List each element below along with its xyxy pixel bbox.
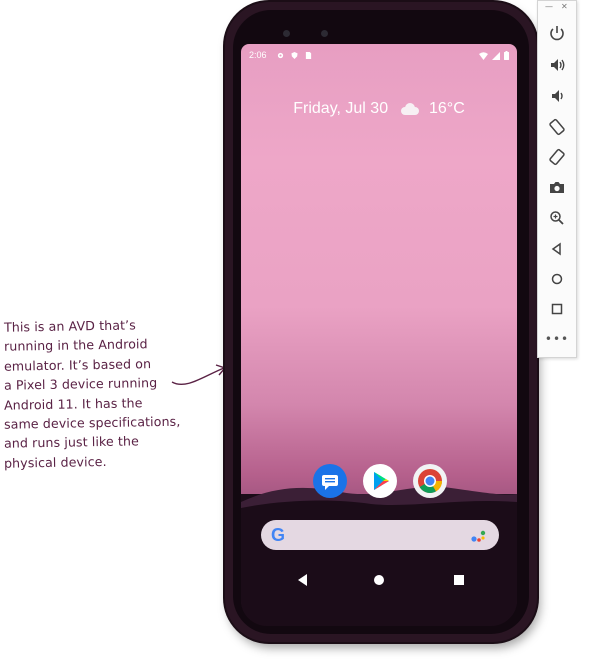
status-time: 2:06 bbox=[249, 50, 267, 60]
settings-notification-icon bbox=[277, 52, 284, 59]
rotate-right-icon[interactable] bbox=[547, 147, 567, 167]
recents-icon[interactable] bbox=[451, 572, 467, 588]
assistant-icon[interactable] bbox=[471, 529, 487, 543]
window-controls: — ✕ bbox=[538, 3, 576, 11]
at-a-glance-widget[interactable]: Friday, Jul 30 16°C bbox=[241, 100, 517, 118]
home-icon[interactable] bbox=[547, 269, 567, 289]
rotate-left-icon[interactable] bbox=[547, 117, 567, 137]
battery-icon bbox=[504, 51, 509, 60]
back-icon[interactable] bbox=[295, 572, 311, 588]
home-icon[interactable] bbox=[371, 572, 387, 588]
google-logo: G bbox=[271, 525, 286, 545]
sim-card-icon bbox=[305, 52, 312, 59]
back-icon[interactable] bbox=[547, 239, 567, 259]
wifi-icon bbox=[479, 51, 488, 60]
more-options-button[interactable]: ••• bbox=[538, 332, 576, 346]
close-icon[interactable]: ✕ bbox=[561, 3, 568, 11]
minimize-icon[interactable]: — bbox=[545, 3, 553, 11]
shield-notification-icon bbox=[291, 52, 298, 59]
annotation-line: physical device. bbox=[3, 453, 107, 471]
cloud-icon bbox=[400, 102, 419, 115]
front-camera-icon bbox=[283, 30, 290, 37]
wallpaper-landscape bbox=[241, 486, 517, 626]
messages-icon[interactable] bbox=[313, 464, 347, 498]
navigation-bar bbox=[241, 572, 517, 592]
date-text[interactable]: Friday, Jul 30 bbox=[293, 100, 388, 117]
play-store-icon[interactable] bbox=[363, 464, 397, 498]
cell-signal-icon bbox=[492, 51, 500, 60]
annotation-arrow-icon bbox=[171, 364, 227, 386]
overview-icon[interactable] bbox=[547, 299, 567, 319]
chrome-icon[interactable] bbox=[413, 464, 447, 498]
zoom-icon[interactable] bbox=[547, 208, 567, 228]
annotation-note: This is an AVD that’s running in the And… bbox=[4, 316, 200, 471]
status-bar: 2:06 bbox=[241, 50, 517, 64]
emulator-toolbar: — ✕ ••• bbox=[537, 0, 577, 358]
temperature-text[interactable]: 16°C bbox=[429, 100, 465, 117]
volume-up-icon[interactable] bbox=[547, 55, 567, 75]
google-search-bar[interactable]: G bbox=[261, 520, 499, 550]
front-sensor-icon bbox=[321, 30, 328, 37]
device-screen[interactable]: 2:06 Friday, Jul 30 16°C G bbox=[241, 44, 517, 626]
app-dock bbox=[241, 464, 517, 502]
camera-icon[interactable] bbox=[547, 178, 567, 198]
volume-down-icon[interactable] bbox=[547, 86, 567, 106]
power-icon[interactable] bbox=[547, 23, 567, 43]
